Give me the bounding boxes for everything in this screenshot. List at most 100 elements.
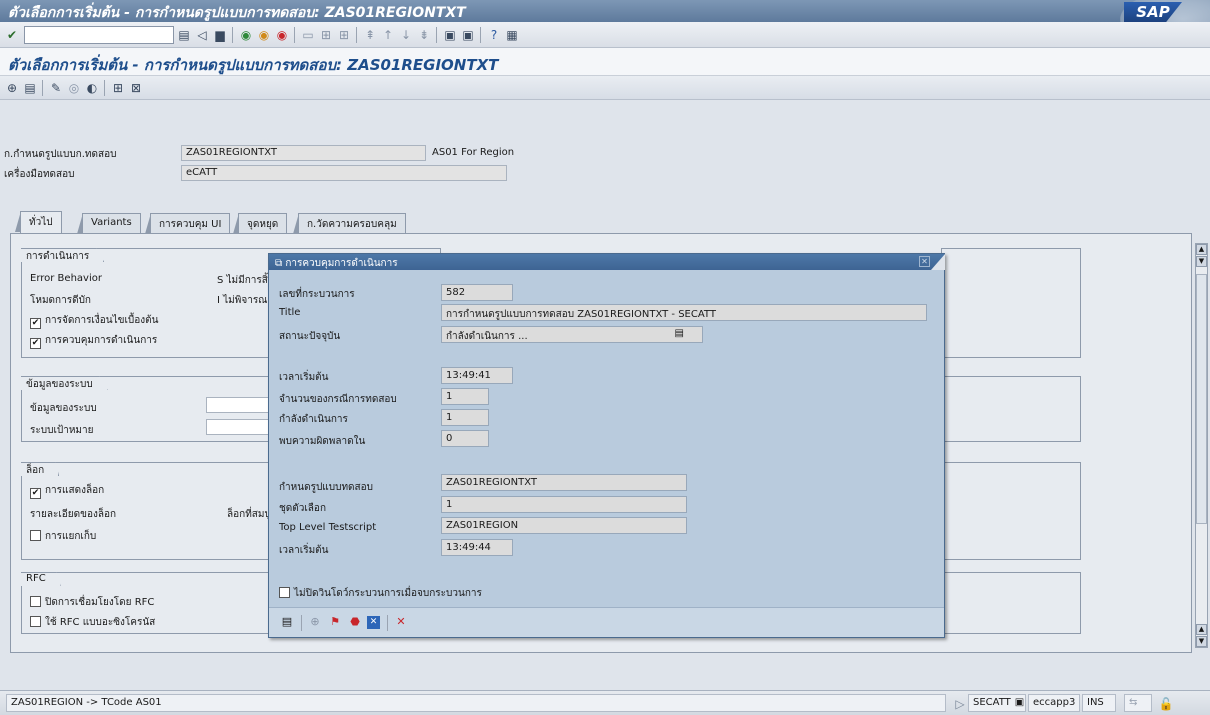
dialog-test-config-field: ZAS01REGIONTXT bbox=[441, 474, 687, 491]
scroll-up-icon[interactable]: ▲ bbox=[1196, 244, 1207, 255]
errors-field: 0 bbox=[441, 430, 489, 447]
print-icon: ▭ bbox=[302, 28, 314, 42]
find-next-icon: ⊞ bbox=[338, 28, 350, 42]
layout-menu-icon[interactable]: ▦ bbox=[504, 27, 520, 43]
help-icon[interactable]: ? bbox=[486, 27, 502, 43]
dialog-toolbar: ▤ ⊕ ⚑ ⬣ ✕ ✕ bbox=[269, 607, 944, 637]
cancel-icon[interactable]: ◉ bbox=[274, 27, 290, 43]
application-toolbar: ⊕ ▤ ✎ ◎ ◐ ⊞ ⊠ bbox=[0, 76, 1210, 100]
test-config-field[interactable]: ZAS01REGIONTXT bbox=[181, 145, 426, 161]
other-object-icon[interactable]: ⊠ bbox=[128, 80, 144, 96]
dialog-title-bar: ⧉ การควบคุมการดำเนินการ bbox=[269, 254, 944, 270]
change-icon[interactable]: ◐ bbox=[84, 80, 100, 96]
dialog-stop-icon[interactable]: ⬣ bbox=[347, 614, 363, 630]
close-rfc-label: ปิดการเชื่อมโยงโดย RFC bbox=[45, 597, 155, 608]
execute-icon[interactable]: ⊕ bbox=[4, 80, 20, 96]
archive-checkbox[interactable] bbox=[30, 530, 41, 541]
close-rfc-checkbox[interactable] bbox=[30, 596, 41, 607]
archive-label: การแยกเก็บ bbox=[45, 531, 97, 542]
next-page-icon: ↓ bbox=[400, 28, 412, 42]
async-rfc-checkbox[interactable] bbox=[30, 616, 41, 627]
top-script-field: ZAS01REGION bbox=[441, 517, 687, 534]
status-lock-icon[interactable]: 🔓 bbox=[1158, 696, 1174, 712]
keep-open-checkbox-row[interactable]: ไม่ปิดวินโดว์กระบวนการเมื่อจบกระบวนการ bbox=[279, 586, 482, 601]
enter-check-icon[interactable]: ✔ bbox=[4, 27, 20, 43]
exec-control-label: การควบคุมการดำเนินการ bbox=[45, 335, 158, 346]
start-time2-label: เวลาเริ่มต้น bbox=[279, 545, 329, 556]
start-time2-field: 13:49:44 bbox=[441, 539, 513, 556]
tab-variants[interactable]: Variants bbox=[77, 213, 141, 234]
test-tool-field[interactable]: eCATT bbox=[181, 165, 507, 181]
display-icon: ◎ bbox=[68, 81, 80, 95]
system-data-input[interactable] bbox=[206, 397, 276, 413]
dialog-close-icon[interactable]: ✕ bbox=[919, 256, 930, 267]
errors-label: พบความผิดพลาดใน bbox=[279, 436, 366, 447]
system-data-label: ข้อมูลของระบบ bbox=[30, 403, 97, 414]
rfc-group-right-frame bbox=[941, 572, 1081, 634]
test-tool-label: เครื่องมือทดสอบ bbox=[4, 169, 75, 180]
back-icon[interactable]: ◉ bbox=[238, 27, 254, 43]
show-log-checkbox[interactable]: ✔ bbox=[30, 488, 41, 499]
dialog-test-config-label: กำหนดรูปแบบทดสอบ bbox=[279, 482, 373, 493]
tab-general[interactable]: ทั่วไป bbox=[15, 211, 62, 233]
archive-checkbox-row[interactable]: การแยกเก็บ bbox=[30, 529, 96, 544]
scroll-page-up-icon[interactable]: ▼ bbox=[1196, 256, 1207, 267]
precondition-checkbox[interactable]: ✔ bbox=[30, 318, 41, 329]
log-icon[interactable]: ▤ bbox=[22, 80, 38, 96]
status-expand-icon[interactable]: ▷ bbox=[952, 696, 968, 712]
show-log-checkbox-row[interactable]: ✔ การแสดงล็อก bbox=[30, 483, 104, 499]
debug-mode-label: โหมดการดีบัก bbox=[30, 295, 91, 306]
scroll-thumb[interactable] bbox=[1196, 274, 1207, 524]
keep-open-checkbox[interactable] bbox=[279, 587, 290, 598]
exec-control-checkbox[interactable]: ✔ bbox=[30, 338, 41, 349]
exec-control-checkbox-row[interactable]: ✔ การควบคุมการดำเนินการ bbox=[30, 333, 157, 349]
vertical-scrollbar[interactable]: ▲ ▼ ▲ ▼ bbox=[1195, 243, 1208, 648]
tab-ui-control[interactable]: การควบคุม UI bbox=[144, 213, 231, 234]
exit-icon[interactable]: ◉ bbox=[256, 27, 272, 43]
toolbar-separator bbox=[387, 615, 388, 631]
precondition-checkbox-row[interactable]: ✔ การจัดการเงื่อนไขเบื้องต้น bbox=[30, 313, 158, 329]
first-page-icon: ⇞ bbox=[364, 28, 376, 42]
status-session-icon[interactable]: ▣ bbox=[1015, 697, 1024, 708]
dialog-flag-icon[interactable]: ⚑ bbox=[327, 614, 343, 630]
window-title: ตัวเลือกการเริ่มต้น - การกำหนดรูปแบบการท… bbox=[8, 5, 466, 21]
scroll-page-down-icon[interactable]: ▲ bbox=[1196, 624, 1207, 635]
status-mode[interactable]: INS bbox=[1082, 694, 1116, 712]
error-behavior-label: Error Behavior bbox=[30, 273, 102, 284]
new-session-icon[interactable]: ▣ bbox=[442, 27, 458, 43]
precondition-label: การจัดการเงื่อนไขเบื้องต้น bbox=[45, 315, 159, 326]
execution-group-title: การดำเนินการ bbox=[21, 248, 105, 262]
status-bar: ZAS01REGION -> TCode AS01 ▷ SECATT ▣ ecca… bbox=[0, 690, 1210, 715]
dialog-window-icon: ⧉ bbox=[275, 258, 286, 269]
current-state-dropdown-icon[interactable]: ▤ bbox=[675, 328, 684, 339]
tab-coverage[interactable]: ก.วัดความครอบคลุม bbox=[293, 213, 406, 234]
toolbar-separator bbox=[294, 27, 295, 43]
status-message: ZAS01REGION -> TCode AS01 bbox=[6, 694, 946, 712]
shortcut-icon[interactable]: ▣ bbox=[460, 27, 476, 43]
collapse-icon[interactable]: ◁ bbox=[194, 27, 210, 43]
status-transaction: SECATT ▣ bbox=[968, 694, 1026, 712]
process-no-field: 582 bbox=[441, 284, 513, 301]
command-history-icon[interactable]: ▤ bbox=[176, 27, 192, 43]
target-system-input[interactable] bbox=[206, 419, 276, 435]
num-test-cases-label: จำนวนของกรณีการทดสอบ bbox=[279, 394, 397, 405]
pencil-icon[interactable]: ✎ bbox=[48, 80, 64, 96]
dialog-close-x-icon[interactable]: ✕ bbox=[393, 614, 409, 630]
tab-breakpoints[interactable]: จุดหยุด bbox=[232, 213, 288, 234]
dialog-cancel-box-icon[interactable]: ✕ bbox=[367, 616, 380, 629]
system-data-group-title: ข้อมูลของระบบ bbox=[21, 376, 108, 390]
where-used-icon[interactable]: ⊞ bbox=[110, 80, 126, 96]
num-test-cases-field: 1 bbox=[441, 388, 489, 405]
log-group-title: ล็อก bbox=[21, 462, 60, 476]
dialog-title: การควบคุมการดำเนินการ bbox=[285, 258, 398, 269]
title-field: การกำหนดรูปแบบการทดสอบ ZAS01REGIONTXT - … bbox=[441, 304, 927, 321]
current-state-field[interactable]: กำลังดำเนินการ ... ▤ bbox=[441, 326, 703, 343]
scroll-down-icon[interactable]: ▼ bbox=[1196, 636, 1207, 647]
save-icon[interactable]: ▆ bbox=[212, 27, 228, 43]
async-rfc-checkbox-row[interactable]: ใช้ RFC แบบอะซิงโครนัส bbox=[30, 615, 155, 630]
screen-title: ตัวเลือกการเริ่มต้น - การกำหนดรูปแบบการท… bbox=[0, 48, 1210, 76]
close-rfc-checkbox-row[interactable]: ปิดการเชื่อมโยงโดย RFC bbox=[30, 595, 154, 610]
toolbar-separator bbox=[436, 27, 437, 43]
command-field[interactable] bbox=[24, 26, 174, 44]
dialog-log-icon[interactable]: ▤ bbox=[279, 614, 295, 630]
